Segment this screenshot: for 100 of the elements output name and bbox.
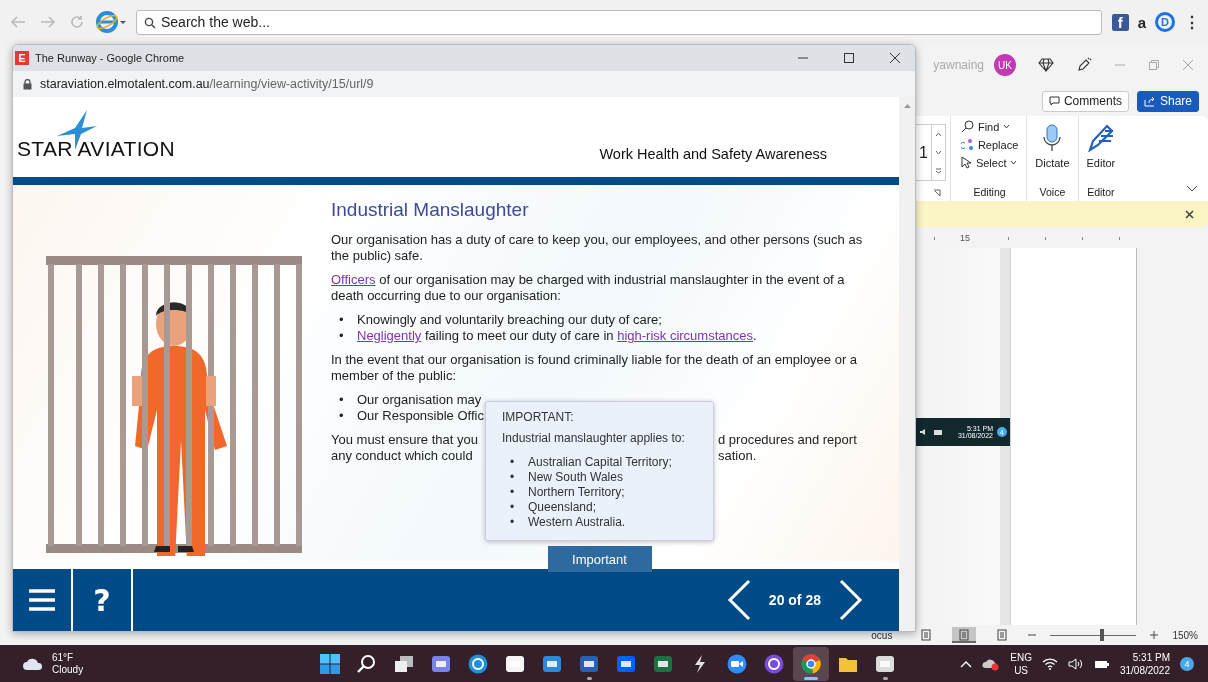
editor-pen-icon <box>1086 124 1115 152</box>
ribbon-button[interactable]: Find <box>960 120 1019 133</box>
mail-icon <box>542 653 562 674</box>
site-favicon: E <box>15 51 29 65</box>
spreadsheet-app-icon <box>653 653 673 674</box>
text-fragment: d procedures and report <box>718 432 857 449</box>
search-icon <box>144 16 156 29</box>
slider-thumb[interactable] <box>1100 629 1104 641</box>
lesson-heading: Industrial Manslaughter <box>331 199 530 222</box>
group-label: Voice <box>1039 186 1066 200</box>
globe-e-icon[interactable] <box>96 11 126 33</box>
menu-button[interactable]: ⋮ <box>1184 12 1200 32</box>
language-indicator[interactable]: ENG US <box>1010 650 1032 677</box>
address-bar[interactable]: staraviation.elmotalent.com.au/learning/view-activity/15/url/9 <box>40 77 374 91</box>
ribbon-button[interactable]: Replace <box>960 138 1019 151</box>
start-icon <box>320 653 340 674</box>
text-link[interactable]: Negligently <box>357 328 422 344</box>
ring-icon <box>764 653 784 674</box>
plus-icon[interactable] <box>1150 631 1159 639</box>
chevron-down-icon[interactable] <box>1186 185 1198 193</box>
speaker-icon[interactable] <box>1067 657 1084 670</box>
chevron-left-icon <box>726 579 751 621</box>
cursor-icon <box>960 156 972 169</box>
share-icon <box>1143 95 1156 107</box>
caret-icon <box>1010 160 1018 165</box>
video-chat-icon <box>431 653 451 674</box>
tooltip-title: IMPORTANT: <box>502 410 574 426</box>
view-button[interactable] <box>952 627 977 643</box>
course-title: Work Health and Safety Awareness <box>599 145 827 162</box>
share-button[interactable]: Share <box>1136 90 1199 112</box>
star-aviation-logo: STAR AVIATION <box>17 109 175 162</box>
dialog-launcher-icon[interactable] <box>932 189 941 197</box>
paragraph: Officers of our organisation may be charged with industrial manslaughter in the event of a death occurring due to our organisation: <box>331 272 846 305</box>
text-fragment: sation. <box>718 448 757 465</box>
page-counter: 20 of 28 <box>768 592 821 608</box>
user-name: yawnaing <box>933 58 984 72</box>
tooltip-item: • New South Wales <box>510 470 623 486</box>
battery-icon <box>933 428 944 436</box>
video-camera-icon <box>727 653 747 674</box>
bullet-item: • Our Responsible Offic <box>339 408 484 425</box>
group-label: Editor <box>1087 186 1115 200</box>
clock[interactable]: 5:31 PM 31/08/2022 <box>1119 650 1170 677</box>
pen-icon[interactable] <box>1076 57 1092 73</box>
search-icon <box>960 120 974 133</box>
extension-button[interactable]: D <box>1155 12 1175 32</box>
taskbar-button[interactable] <box>793 646 829 681</box>
box-icon <box>616 653 636 674</box>
chevron-up-icon[interactable] <box>960 659 973 668</box>
task-view-icon <box>394 654 414 673</box>
close-icon[interactable] <box>1185 209 1194 219</box>
paragraph: Our organisation has a duty of care to keep you, our employees, and other persons (such as the public) safe. <box>331 232 864 265</box>
page-view-icon <box>920 629 933 641</box>
ribbon-button[interactable]: Editor <box>1086 120 1116 186</box>
ribbon-button[interactable]: Dictate <box>1035 120 1070 186</box>
weather-condition: Cloudy <box>52 663 84 676</box>
focus-button[interactable]: ocus <box>871 629 893 641</box>
tooltip-item: • Northern Territory; <box>510 485 625 501</box>
replace-icon <box>960 138 974 151</box>
document-app-icon <box>579 653 599 674</box>
bullet-item: • Negligently failing to meet our duty of care in high-risk circumstances. <box>339 328 757 345</box>
close-icon[interactable] <box>889 52 901 64</box>
text-link[interactable]: Officers <box>331 272 376 288</box>
bullet-item: • Knowingly and voluntarily breaching our duty of care; <box>339 312 662 329</box>
monitor-icon <box>875 653 895 674</box>
zoom-level: 150% <box>1172 629 1198 641</box>
more-icon[interactable] <box>934 167 942 174</box>
tooltip-text: Industrial manslaughter applies to: <box>502 431 685 447</box>
comments-button[interactable]: Comments <box>1041 90 1129 112</box>
scrollbar[interactable] <box>899 97 915 631</box>
search-icon <box>357 653 377 674</box>
maximize-icon[interactable] <box>843 52 855 64</box>
temperature: 61°F <box>52 651 75 664</box>
diamond-icon[interactable] <box>1038 58 1054 72</box>
page-view-icon <box>958 629 971 641</box>
page-view-icon <box>996 629 1009 641</box>
bullet-item: • Our organisation may <box>339 392 482 409</box>
extension-button[interactable]: f <box>1111 13 1129 31</box>
text-link[interactable]: high-risk circumstances <box>617 328 753 344</box>
paragraph: In the event that our organisation is found criminally liable for the death of an employee or a member of the public: <box>331 352 859 385</box>
group-label: Editing <box>973 186 1006 200</box>
cloud-icon <box>22 656 44 671</box>
comment-icon <box>1048 96 1060 106</box>
extension-button[interactable]: a <box>1137 13 1146 31</box>
avatar[interactable]: UK <box>994 54 1016 76</box>
text-fragment: You must ensure that you <box>331 432 478 449</box>
help-button[interactable]: ? <box>73 569 133 631</box>
window-title: The Runway - Google Chrome <box>35 52 185 64</box>
microphone-icon <box>1042 124 1063 152</box>
wifi-icon[interactable] <box>1041 657 1058 670</box>
search-field[interactable]: Search the web... <box>136 9 1102 35</box>
scrollbar[interactable] <box>1000 248 1011 625</box>
text-fragment: any conduct which could <box>331 448 473 465</box>
lock-icon <box>23 78 32 90</box>
tooltip-item: • Queensland; <box>510 500 597 516</box>
ribbon-button[interactable]: Select <box>960 156 1019 169</box>
menu-icon <box>29 589 55 611</box>
tooltip-item: • Australian Capital Territory; <box>510 455 672 471</box>
important-button[interactable]: Important <box>547 546 652 573</box>
store-icon <box>505 653 525 674</box>
chevron-right-icon <box>839 579 863 621</box>
